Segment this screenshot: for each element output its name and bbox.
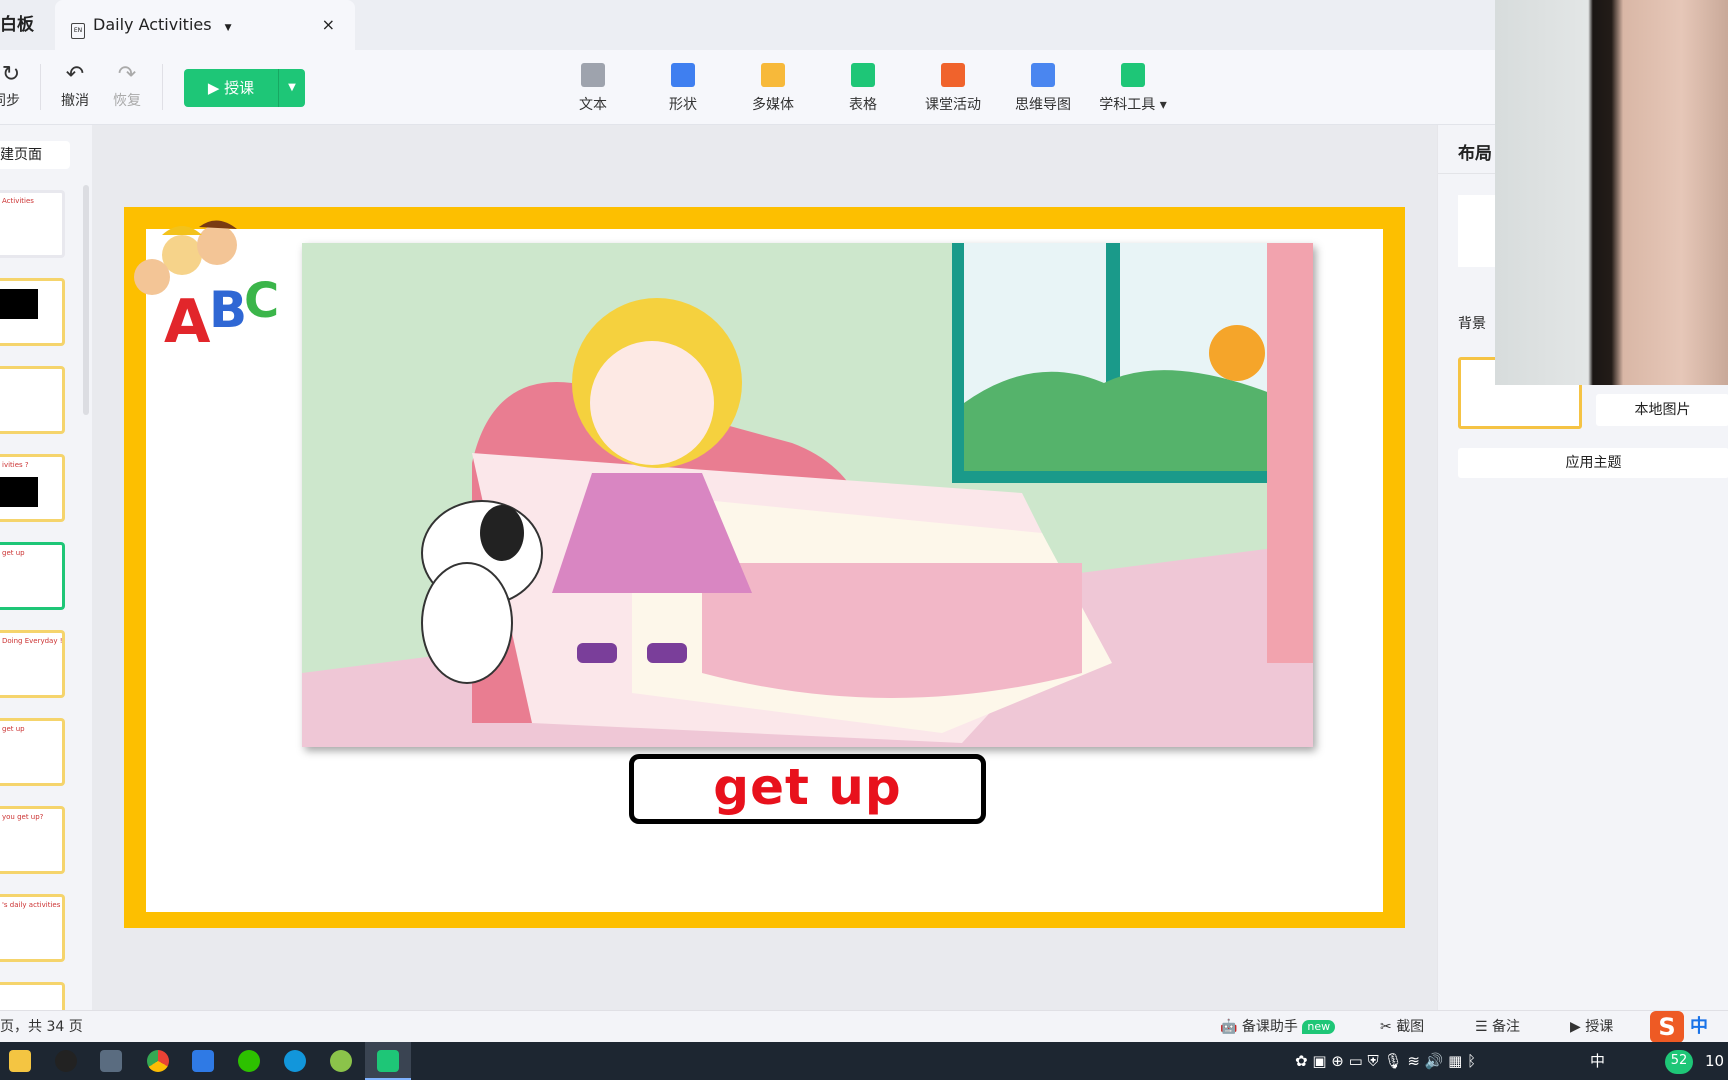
ime-mode[interactable]: 中 xyxy=(1690,1011,1708,1043)
slide-thumbnail[interactable]: 's daily activities ? xyxy=(0,894,65,962)
insert-shape-button[interactable]: 形状 xyxy=(638,60,728,114)
slide-thumbnail[interactable] xyxy=(0,366,65,434)
girl-bedroom-image xyxy=(302,243,1313,747)
local-image-button[interactable]: 本地图片 xyxy=(1596,394,1728,426)
svg-text:A: A xyxy=(164,287,211,357)
clock[interactable]: 10 xyxy=(1705,1050,1724,1072)
tab-daily-activities[interactable]: EN Daily Activities ▼ × xyxy=(55,0,355,50)
media-icon xyxy=(761,63,785,87)
sync-icon: ↻ xyxy=(1,62,21,87)
caret-down-icon[interactable]: ▼ xyxy=(225,23,232,33)
thumbnail-caption: Activities xyxy=(2,197,34,205)
slide-thumbnail[interactable]: you get up? xyxy=(0,806,65,874)
active-app-easinote[interactable] xyxy=(365,1042,411,1080)
insert-activity-button[interactable]: 课堂活动 xyxy=(908,60,998,114)
thumbnail-caption: 's daily activities ? xyxy=(2,901,65,909)
notes-button[interactable]: ☰ 备注 xyxy=(1475,1011,1520,1043)
file-explorer-icon[interactable] xyxy=(9,1050,31,1072)
play-icon: ▶ xyxy=(207,79,220,97)
thumbnail-caption xyxy=(0,281,62,289)
calculator-icon[interactable] xyxy=(100,1050,122,1072)
status-bar: 页，共 34 页 🤖 备课助手 new ✂ 截图 ☰ 备注 ▶ 授课 S 中 xyxy=(0,1010,1728,1043)
thumbnail-caption: get up xyxy=(2,549,25,557)
sogou-ime-icon[interactable]: S xyxy=(1650,1011,1684,1043)
tray-icons[interactable]: ✿ ▣ ⊕ ▭ ⛨ 🎙 ≋ 🔊 ▦ ᛒ xyxy=(1295,1050,1476,1072)
subject-tools-icon xyxy=(1121,63,1145,87)
teach-status-button[interactable]: ▶ 授课 xyxy=(1570,1011,1613,1043)
new-badge: new xyxy=(1302,1020,1336,1034)
webcam-video-overlay[interactable] xyxy=(1495,0,1728,385)
shape-icon xyxy=(671,63,695,87)
en-doc-icon: EN xyxy=(71,23,85,39)
slide-caption-box[interactable]: get up xyxy=(629,754,986,824)
table-icon xyxy=(851,63,875,87)
teach-button[interactable]: ▶ 授课 ▼ xyxy=(184,69,305,107)
insert-subject-tools-button[interactable]: 学科工具 ▾ xyxy=(1088,60,1178,114)
tab-whiteboard[interactable]: 白板 xyxy=(0,0,52,50)
background-label: 背景 xyxy=(1458,316,1486,332)
svg-text:C: C xyxy=(244,273,279,329)
lesson-assistant-button[interactable]: 🤖 备课助手 new xyxy=(1220,1011,1336,1043)
windows-taskbar: ✿ ▣ ⊕ ▭ ⛨ 🎙 ≋ 🔊 ▦ ᛒ 中 52 10 xyxy=(0,1042,1728,1080)
undo-icon: ↶ xyxy=(65,62,85,87)
page-list-panel: 建页面 Activities ivities ? get up Doing Every… xyxy=(0,125,92,1050)
feishu-icon[interactable] xyxy=(284,1050,306,1072)
play-icon: ▶ xyxy=(1570,1019,1581,1035)
notification-badge[interactable]: 52 xyxy=(1665,1050,1693,1074)
slide-thumbnail[interactable]: get up xyxy=(0,718,65,786)
thumbnail-caption: you get up? xyxy=(2,813,44,821)
insert-media-button[interactable]: 多媒体 xyxy=(728,60,818,114)
layout-title: 布局 xyxy=(1458,144,1492,164)
slide-thumbnail[interactable]: Activities xyxy=(0,190,65,258)
slide-thumbnail[interactable]: Doing Everyday ! xyxy=(0,630,65,698)
wechat-icon[interactable] xyxy=(238,1050,260,1072)
thumbnail-caption: ivities ? xyxy=(2,461,29,469)
sync-button[interactable]: ↻同步 xyxy=(0,60,22,110)
slide-thumbnail[interactable]: get up xyxy=(0,542,65,610)
new-page-button[interactable]: 建页面 xyxy=(0,141,70,169)
text-icon xyxy=(581,63,605,87)
tab-title: Daily Activities xyxy=(93,15,212,34)
browser-icon[interactable] xyxy=(330,1050,352,1072)
thumbnail-caption: get up xyxy=(2,725,25,733)
abc-kids-sticker: A B C xyxy=(134,220,279,357)
scrollbar[interactable] xyxy=(83,185,89,415)
slide-thumbnail[interactable]: ivities ? xyxy=(0,454,65,522)
qq-icon[interactable] xyxy=(55,1050,77,1072)
toolbar: ↻同步 ↶撤消 ↷恢复 ▶ 授课 ▼ 文本形状多媒体表格课堂活动思维导图学科工具… xyxy=(0,50,1728,125)
notes-icon: ☰ xyxy=(1475,1019,1488,1035)
teach-dropdown[interactable]: ▼ xyxy=(278,69,305,107)
slide-thumbnail[interactable] xyxy=(0,278,65,346)
redo-icon: ↷ xyxy=(117,62,137,87)
close-tab-button[interactable]: × xyxy=(322,0,335,50)
insert-mindmap-button[interactable]: 思维导图 xyxy=(998,60,1088,114)
mindmap-icon xyxy=(1031,63,1055,87)
thumbnail-caption xyxy=(0,369,62,377)
ime-tray[interactable]: 中 xyxy=(1590,1050,1605,1072)
tab-bar: 白板 EN Daily Activities ▼ × xyxy=(0,0,1728,50)
slide-illustration[interactable] xyxy=(302,243,1313,747)
caption-text: get up xyxy=(713,758,902,816)
svg-text:B: B xyxy=(209,281,247,339)
undo-button[interactable]: ↶ 撤消 xyxy=(58,60,92,110)
scissors-icon: ✂ xyxy=(1380,1019,1392,1035)
page-info: 页，共 34 页 xyxy=(0,1019,83,1035)
robot-icon: 🤖 xyxy=(1220,1019,1238,1035)
insert-text-button[interactable]: 文本 xyxy=(548,60,638,114)
redo-button[interactable]: ↷ 恢复 xyxy=(110,60,144,110)
insert-table-button[interactable]: 表格 xyxy=(818,60,908,114)
screenshot-button[interactable]: ✂ 截图 xyxy=(1380,1011,1424,1043)
chrome-icon[interactable] xyxy=(147,1050,169,1072)
thumbnail-caption: Doing Everyday ! xyxy=(2,637,63,645)
activity-icon xyxy=(941,63,965,87)
apply-theme-button[interactable]: 应用主题 xyxy=(1458,448,1728,478)
thumbnail-caption xyxy=(0,985,62,993)
app-icon[interactable] xyxy=(192,1050,214,1072)
